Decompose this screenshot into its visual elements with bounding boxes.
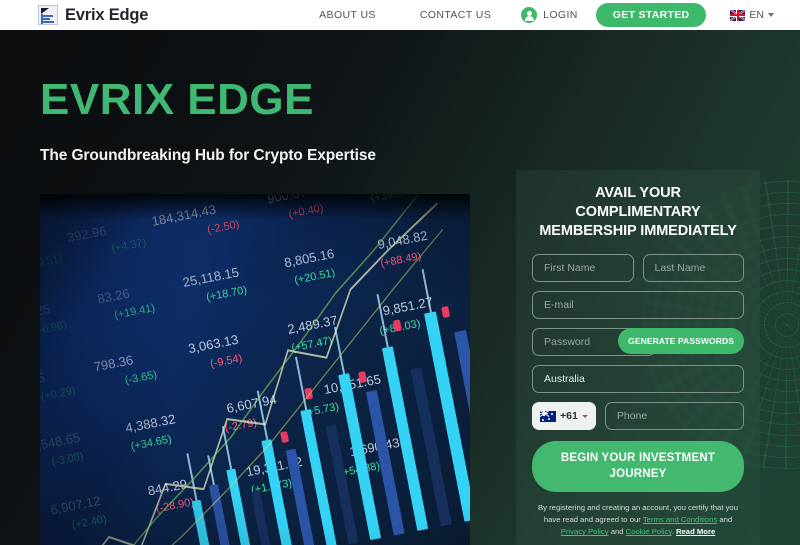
legal-and-2: and [608,527,626,537]
name-field-row [532,254,744,283]
privacy-policy-link[interactable]: Privacy Policy [561,527,609,536]
broken-image-logo-icon [38,5,58,25]
phone-field-row: +61 [532,402,744,431]
legal-disclaimer: By registering and creating an account, … [532,502,744,538]
get-started-button[interactable]: GET STARTED [595,3,707,27]
last-name-input[interactable] [642,254,744,283]
first-name-input[interactable] [532,254,634,283]
phone-input[interactable] [604,402,744,431]
signup-title: AVAIL YOUR COMPLIMENTARY MEMBERSHIP IMME… [539,185,737,240]
brand-name: Evrix Edge [65,5,149,24]
trend-line-overlay [78,194,444,545]
legal-and-1: and [717,515,733,525]
landing-page: Evrix Edge ABOUT US CONTACT US LOGIN GET… [0,0,800,545]
chevron-down-icon [581,414,588,418]
hero-section: EVRIX EDGE The Groundbreaking Hub for Cr… [0,30,800,545]
brand-logo-group[interactable]: Evrix Edge [38,5,148,25]
terms-and-conditions-link[interactable]: Terms and Conditions [643,515,717,524]
australia-flag-icon [540,410,556,422]
main-nav: ABOUT US CONTACT US LOGIN GET STARTED EN [297,3,774,27]
cookie-policy-link[interactable]: Cookie Policy [626,527,672,536]
generate-passwords-button[interactable]: GENERATE PASSWORDS [618,328,744,355]
begin-investment-journey-button[interactable]: BEGIN YOUR INVESTMENT JOURNEY [532,441,744,493]
country-code-label: +61 [560,410,578,423]
uk-flag-icon [730,9,746,21]
login-label: LOGIN [543,9,578,21]
page-subtitle: The Groundbreaking Hub for Crypto Expert… [40,147,376,164]
country-input[interactable] [532,365,744,394]
page-title: EVRIX EDGE [40,75,314,124]
tilted-screen-content: 152 392.96 184,314.43 900.07 4,602.97 (+… [40,194,470,545]
hero-trading-chart-image: 152 392.96 184,314.43 900.07 4,602.97 (+… [40,194,470,545]
email-field-row [532,291,744,320]
country-code-selector[interactable]: +61 [532,402,596,431]
login-button[interactable]: LOGIN [513,7,596,23]
chevron-down-icon [768,13,774,17]
email-input[interactable] [532,291,744,320]
signup-form-panel: AVAIL YOUR COMPLIMENTARY MEMBERSHIP IMME… [516,170,760,545]
language-selector[interactable]: EN [730,9,774,21]
nav-item-about-us[interactable]: ABOUT US [297,9,398,21]
site-header: Evrix Edge ABOUT US CONTACT US LOGIN GET… [0,0,800,30]
user-avatar-icon [521,7,538,23]
nav-item-contact-us[interactable]: CONTACT US [398,9,513,21]
password-field-row: GENERATE PASSWORDS [532,328,744,357]
read-more-link[interactable]: Read More [676,527,715,536]
language-label: EN [749,9,764,21]
